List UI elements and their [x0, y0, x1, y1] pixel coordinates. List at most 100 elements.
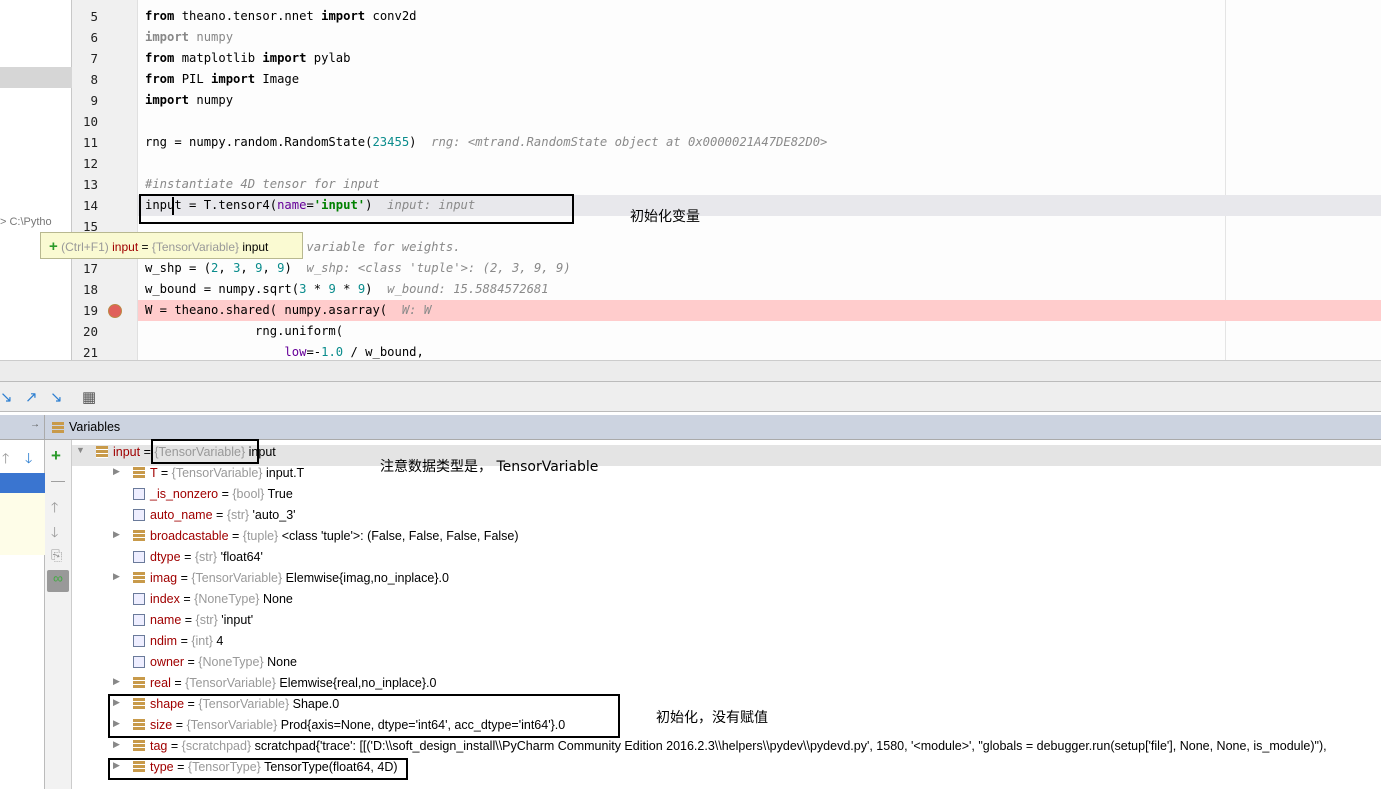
breakpoint-icon[interactable]: [108, 303, 122, 318]
code-token: from: [145, 50, 175, 65]
code-token: numpy: [189, 29, 234, 44]
primitive-icon: [133, 656, 145, 668]
tree-row-owner[interactable]: owner = {NoneType} None: [133, 655, 297, 676]
var-value: 'float64': [220, 550, 263, 564]
line-number: 21: [82, 344, 98, 360]
code-line[interactable]: from matplotlib import pylab: [145, 48, 350, 69]
prev-frame-icon[interactable]: 🡑: [2, 448, 9, 472]
code-token: Image: [255, 71, 300, 86]
tree-row-auto_name[interactable]: auto_name = {str} 'auto_3': [133, 508, 296, 529]
code-token: import: [211, 71, 256, 86]
code-line[interactable]: rng = numpy.random.RandomState(23455) rn…: [145, 132, 827, 153]
project-selected-row[interactable]: [0, 67, 72, 88]
var-value: 4: [216, 634, 224, 648]
var-type: {tuple}: [242, 529, 279, 543]
var-name: tag: [150, 739, 168, 753]
code-token: rng = numpy.random.RandomState(: [145, 134, 373, 149]
var-type: {str}: [194, 550, 218, 564]
tree-row-imag[interactable]: ▶ imag = {TensorVariable} Elemwise{imag,n…: [113, 571, 449, 592]
object-icon: [133, 572, 145, 584]
tree-row-name[interactable]: name = {str} 'input': [133, 613, 253, 634]
add-watch-icon[interactable]: +: [49, 238, 58, 255]
var-value: None: [267, 655, 298, 669]
code-token: w_shp = (: [145, 260, 212, 275]
equals: =: [179, 592, 195, 606]
object-icon: [133, 467, 145, 479]
primitive-icon: [133, 509, 145, 521]
code-token: w_bound: 15.5884572681: [372, 281, 549, 296]
var-name: name: [150, 613, 182, 627]
run-to-cursor-icon[interactable]: ↘: [50, 388, 63, 406]
move-up-icon[interactable]: 🡑: [51, 497, 58, 521]
tree-row-T[interactable]: ▶ T = {TensorVariable} input.T: [113, 466, 304, 487]
tooltip-value: input: [239, 240, 269, 254]
library-frames[interactable]: [0, 493, 45, 555]
remove-watch-icon[interactable]: —: [51, 472, 65, 488]
var-value: None: [262, 592, 293, 606]
panel-splitter[interactable]: [0, 360, 1381, 382]
tree-row-_is_nonzero[interactable]: _is_nonzero = {bool} True: [133, 487, 293, 508]
evaluate-expression-icon[interactable]: ▦: [82, 388, 96, 406]
tree-row-tag[interactable]: ▶ tag = {scratchpad} scratchpad{'trace': …: [113, 739, 1327, 760]
code-token: import: [145, 92, 190, 107]
tree-row-ndim[interactable]: ndim = {int} 4: [133, 634, 223, 655]
equals: =: [212, 508, 227, 522]
equals: =: [180, 550, 195, 564]
object-icon: [133, 740, 145, 752]
line-number: 13: [82, 176, 98, 192]
equals: =: [184, 655, 199, 669]
var-type: {NoneType}: [194, 592, 260, 606]
code-line[interactable]: W = theano.shared( numpy.asarray( W: W: [145, 300, 431, 321]
tree-row-dtype[interactable]: dtype = {str} 'float64': [133, 550, 263, 571]
line-number: 6: [90, 29, 98, 45]
code-line[interactable]: from PIL import Image: [145, 69, 299, 90]
code-line[interactable]: import numpy: [145, 27, 233, 48]
selected-frame[interactable]: [0, 473, 45, 493]
tooltip-var-name: input: [112, 240, 139, 254]
expand-icon[interactable]: ▶: [113, 466, 120, 477]
code-line[interactable]: w_bound = numpy.sqrt(3 * 9 * 9) w_bound:…: [145, 279, 549, 300]
var-name: auto_name: [150, 508, 213, 522]
tooltip-type: {TensorVariable}: [151, 240, 240, 254]
collapse-icon[interactable]: ▼: [76, 445, 85, 455]
code-line[interactable]: import numpy: [145, 90, 233, 111]
expand-icon[interactable]: ▶: [113, 739, 120, 750]
variables-title: Variables: [69, 420, 121, 434]
expand-icon[interactable]: ▶: [113, 676, 120, 687]
code-token: W: W: [387, 302, 432, 317]
show-values-icon[interactable]: ∞: [47, 570, 69, 592]
var-value: scratchpad{'trace': [[('D:\\soft_design_…: [254, 739, 1327, 753]
expand-icon[interactable]: ▶: [113, 529, 120, 540]
code-token: rng.uniform(: [145, 323, 344, 338]
code-line[interactable]: rng.uniform(: [145, 321, 343, 342]
object-icon: [133, 677, 145, 689]
next-frame-icon[interactable]: 🡓: [25, 448, 32, 472]
var-type: {TensorVariable}: [171, 466, 263, 480]
expand-icon[interactable]: ▶: [113, 571, 120, 582]
copy-icon[interactable]: ⎘: [51, 547, 62, 564]
tree-row-broadcastable[interactable]: ▶ broadcastable = {tuple} <class 'tuple'>…: [113, 529, 519, 550]
var-type: {bool}: [232, 487, 265, 501]
variables-side-toolbar: [45, 440, 72, 789]
tree-row-index[interactable]: index = {NoneType} None: [133, 592, 293, 613]
var-value: 'auto_3': [252, 508, 296, 522]
new-watch-icon[interactable]: +: [51, 446, 61, 466]
var-value: True: [267, 487, 293, 501]
code-line[interactable]: from theano.tensor.nnet import conv2d: [145, 6, 417, 27]
equals: =: [170, 676, 186, 690]
tooltip-shortcut: (Ctrl+F1): [61, 240, 109, 254]
var-name: index: [150, 592, 180, 606]
var-value: <class 'tuple'>: (False, False, False, F…: [281, 529, 519, 543]
equals: =: [167, 739, 182, 753]
move-down-icon[interactable]: 🡓: [51, 522, 58, 546]
pin-icon[interactable]: →: [30, 419, 40, 430]
code-token: ,: [218, 260, 234, 275]
line-number: 9: [90, 92, 98, 108]
step-into-icon[interactable]: ↘: [0, 388, 13, 406]
code-token: conv2d: [365, 8, 417, 23]
code-line[interactable]: w_shp = (2, 3, 9, 9) w_shp: <class 'tupl…: [145, 258, 571, 279]
code-token: w_bound = numpy.sqrt(: [145, 281, 300, 296]
step-out-icon[interactable]: ↗: [25, 388, 38, 406]
code-line[interactable]: #instantiate 4D tensor for input: [145, 174, 380, 195]
line-number: 12: [82, 155, 98, 171]
